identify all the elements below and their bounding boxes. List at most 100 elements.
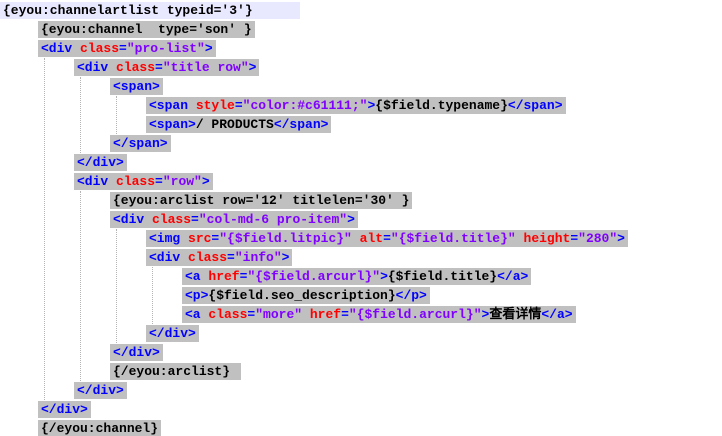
code-token: {eyou:channel type='son' } (41, 22, 252, 37)
code-text: </div> (77, 381, 124, 400)
code-text: <span> (113, 77, 160, 96)
code-text: <div class="col-md-6 pro-item"> (113, 210, 355, 229)
code-token: height (523, 231, 571, 246)
code-line: <a class="more" href="{$field.arcurl}">查… (0, 305, 576, 324)
code-token: > (201, 174, 210, 189)
code-line: {eyou:channelartlist typeid='3'} (0, 1, 300, 20)
code-line: </div> (0, 343, 163, 362)
code-token: = (155, 60, 163, 75)
code-token: <div (77, 60, 117, 75)
code-line: <img src="{$field.litpic}" alt="{$field.… (0, 229, 628, 248)
code-text: {/eyou:arclist} (113, 362, 238, 381)
code-line: <div class="title row"> (0, 58, 259, 77)
code-token: style (195, 98, 235, 113)
code-line: <span> (0, 77, 163, 96)
code-line: </div> (0, 153, 127, 172)
code-token: "title row" (162, 60, 249, 75)
code-token: = (383, 231, 391, 246)
code-token: > (281, 250, 290, 265)
code-token: "pro-list" (126, 41, 205, 56)
code-token: class (116, 60, 156, 75)
code-text: <div class="row"> (77, 172, 210, 191)
code-text: </div> (41, 400, 88, 419)
code-token: > (617, 231, 625, 246)
code-token: alt (359, 231, 384, 246)
code-token: href (208, 269, 240, 284)
code-token: class (152, 212, 192, 227)
code-text: {/eyou:channel} (41, 419, 158, 436)
code-token: </div> (113, 345, 160, 360)
code-token: {$field.title} (387, 269, 498, 284)
code-token: > (204, 41, 213, 56)
code-line: {/eyou:channel} (0, 419, 161, 436)
code-line: </span> (0, 134, 171, 153)
code-token: <div (113, 212, 153, 227)
code-token: "color:#c61111;" (242, 98, 368, 113)
code-token: "info" (234, 250, 282, 265)
code-token: src (188, 231, 212, 246)
code-token: "col-md-6 pro-item" (198, 212, 348, 227)
code-token: > (248, 60, 257, 75)
code-text: <span>/ PRODUCTS</span> (149, 115, 328, 134)
code-token: "{$field.litpic}" (219, 231, 352, 246)
code-text: {eyou:channel type='son' } (41, 20, 252, 39)
code-text: <p>{$field.seo_description}</p> (185, 286, 427, 305)
code-line: <div class="row"> (0, 172, 213, 191)
code-token: class (116, 174, 156, 189)
code-token: <div (41, 41, 81, 56)
code-token: > (380, 269, 388, 284)
code-token: </div> (149, 326, 196, 341)
indent-guide (116, 229, 117, 343)
code-line: <div class="pro-list"> (0, 39, 216, 58)
code-token: </div> (41, 402, 88, 417)
code-token: "280" (578, 231, 618, 246)
code-text: </span> (113, 134, 168, 153)
code-token: </a> (541, 307, 573, 322)
code-line: <div class="col-md-6 pro-item"> (0, 210, 358, 229)
code-token: = (570, 231, 579, 246)
indent-guide (80, 77, 81, 153)
code-text: <a class="more" href="{$field.arcurl}">查… (185, 305, 573, 324)
code-token: <div (149, 250, 189, 265)
code-token: = (227, 250, 235, 265)
code-text: </div> (149, 324, 196, 343)
code-token: </p> (395, 288, 427, 303)
code-token: = (191, 212, 199, 227)
code-token: class (188, 250, 228, 265)
code-line: <p>{$field.seo_description}</p> (0, 286, 430, 305)
indent-guide (80, 191, 81, 381)
code-token: </span> (273, 117, 329, 132)
code-line: {eyou:channel type='son' } (0, 20, 255, 39)
code-token: <span> (113, 79, 160, 94)
code-token: / PRODUCTS (195, 117, 274, 132)
code-line: <span style="color:#c61111;">{$field.typ… (0, 96, 566, 115)
code-token: = (234, 98, 243, 113)
code-token: {eyou:arclist row='12' titlelen='30' } (113, 193, 410, 208)
code-token: class (208, 307, 248, 322)
code-text: <div class="pro-list"> (41, 39, 213, 58)
code-token: {eyou:channelartlist typeid='3'} (3, 3, 253, 18)
code-token: 查看详情 (489, 307, 542, 322)
code-token: class (80, 41, 120, 56)
code-token: <span (149, 98, 196, 113)
code-editor[interactable]: {eyou:channelartlist typeid='3'} {eyou:ch… (0, 0, 722, 436)
code-line: </div> (0, 324, 199, 343)
indent-guide (44, 58, 45, 400)
code-text: </div> (113, 343, 160, 362)
code-text: </div> (77, 153, 124, 172)
code-line: <a href="{$field.arcurl}">{$field.title}… (0, 267, 531, 286)
code-token: {$field.typename} (375, 98, 508, 113)
indent-guide (116, 96, 117, 134)
code-token: "{$field.title}" (390, 231, 516, 246)
code-token: > (347, 212, 355, 227)
code-text: <img src="{$field.litpic}" alt="{$field.… (149, 229, 625, 248)
code-text: <a href="{$field.arcurl}">{$field.title}… (185, 267, 528, 286)
code-token: href (309, 307, 342, 322)
code-token: {/eyou:channel} (41, 421, 159, 436)
indent-guide (152, 267, 153, 324)
code-line: </div> (0, 400, 91, 419)
code-token: = (155, 174, 163, 189)
